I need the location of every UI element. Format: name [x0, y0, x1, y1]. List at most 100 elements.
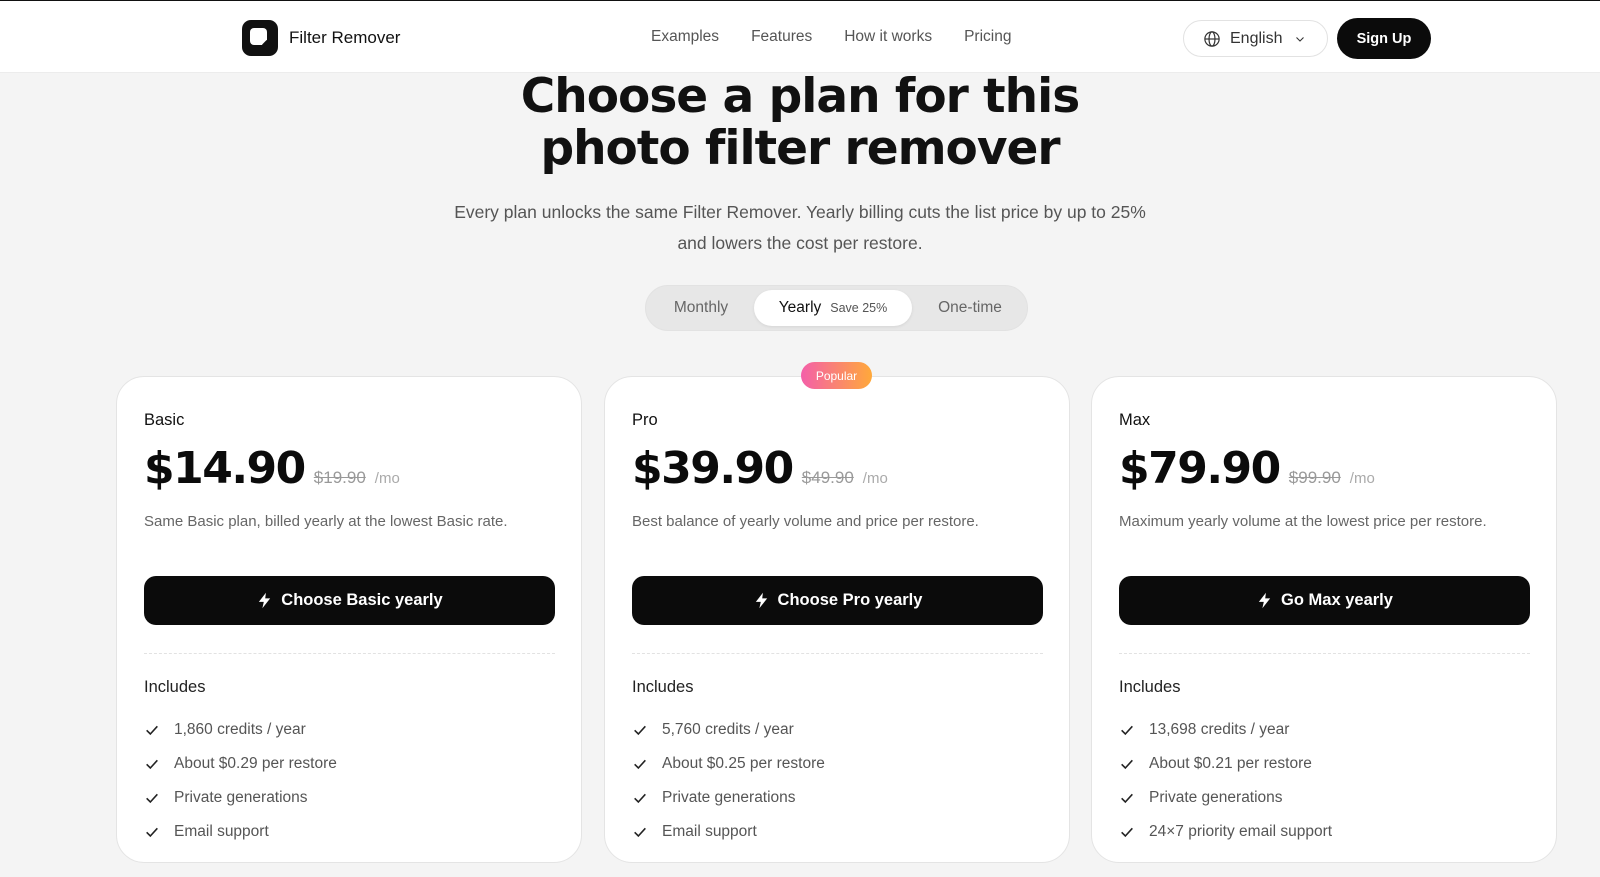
cta-label: Go Max yearly: [1281, 591, 1393, 609]
feature-text: Email support: [174, 823, 269, 840]
language-selector[interactable]: English: [1183, 20, 1328, 57]
check-icon: [634, 759, 646, 770]
plan-price: $14.90: [144, 443, 306, 494]
feature-text: Private generations: [1149, 789, 1283, 806]
toggle-yearly-label: Yearly: [778, 299, 822, 316]
plan-period: /mo: [862, 470, 888, 487]
check-icon: [146, 793, 158, 804]
save-tag: Save 25%: [830, 301, 888, 315]
plan-old-price: $19.90: [313, 468, 366, 487]
signup-button[interactable]: Sign Up: [1337, 18, 1431, 59]
list-item: About $0.21 per restore: [1119, 747, 1332, 781]
check-icon: [1121, 759, 1133, 770]
price-row: $14.90 $19.90 /mo: [144, 443, 400, 494]
globe-icon: [1204, 30, 1220, 47]
list-item: 13,698 credits / year: [1119, 713, 1332, 747]
check-icon: [146, 827, 158, 838]
feature-list: 5,760 credits / year About $0.25 per res…: [632, 713, 825, 849]
list-item: 5,760 credits / year: [632, 713, 825, 747]
feature-text: 1,860 credits / year: [174, 721, 306, 738]
brand-logo[interactable]: Filter Remover: [242, 20, 400, 56]
choose-basic-button[interactable]: Choose Basic yearly: [144, 576, 555, 625]
check-icon: [634, 793, 646, 804]
plan-card-pro: Pro $39.90 $49.90 /mo Best balance of ye…: [604, 376, 1070, 863]
plan-description: Best balance of yearly volume and price …: [632, 513, 979, 530]
site-header: Filter Remover Examples Features How it …: [0, 1, 1600, 73]
list-item: Private generations: [632, 781, 825, 815]
cta-label: Choose Pro yearly: [777, 591, 923, 609]
page-subtitle: Every plan unlocks the same Filter Remov…: [454, 202, 1146, 253]
check-icon: [634, 827, 646, 838]
plan-name: Basic: [144, 411, 185, 429]
check-icon: [1121, 827, 1133, 838]
list-item: Private generations: [144, 781, 337, 815]
check-icon: [146, 725, 158, 736]
cta-label: Choose Basic yearly: [281, 591, 443, 609]
toggle-monthly[interactable]: Monthly: [654, 290, 748, 326]
brand-name: Filter Remover: [289, 28, 401, 47]
list-item: About $0.29 per restore: [144, 747, 337, 781]
chevron-down-icon: [1296, 36, 1305, 42]
toggle-yearly[interactable]: Yearly Save 25%: [754, 290, 912, 326]
choose-pro-button[interactable]: Choose Pro yearly: [632, 576, 1043, 625]
feature-text: About $0.29 per restore: [174, 755, 337, 772]
price-row: $79.90 $99.90 /mo: [1119, 443, 1375, 494]
feature-list: 1,860 credits / year About $0.29 per res…: [144, 713, 337, 849]
page-title: Choose a plan for this photo filter remo…: [0, 71, 1600, 175]
feature-text: Private generations: [662, 789, 796, 806]
nav-features[interactable]: Features: [751, 28, 812, 46]
list-item: About $0.25 per restore: [632, 747, 825, 781]
divider: [144, 653, 555, 654]
logo-icon: [242, 20, 278, 56]
feature-text: 13,698 credits / year: [1149, 721, 1290, 738]
page-title-line2: photo filter remover: [540, 121, 1060, 176]
popular-badge: Popular: [801, 362, 872, 389]
plan-name: Max: [1119, 411, 1151, 429]
list-item: Email support: [632, 815, 825, 849]
nav-examples[interactable]: Examples: [651, 28, 719, 46]
list-item: Private generations: [1119, 781, 1332, 815]
main-nav: Examples Features How it works Pricing: [651, 28, 1011, 46]
plan-card-max: Max $79.90 $99.90 /mo Maximum yearly vol…: [1091, 376, 1557, 863]
plan-price: $39.90: [632, 443, 794, 494]
includes-heading: Includes: [1119, 678, 1181, 696]
divider: [632, 653, 1043, 654]
price-row: $39.90 $49.90 /mo: [632, 443, 888, 494]
nav-pricing[interactable]: Pricing: [964, 28, 1011, 46]
plan-price: $79.90: [1119, 443, 1281, 494]
lightning-icon: [259, 592, 271, 609]
feature-text: 5,760 credits / year: [662, 721, 794, 738]
list-item: 1,860 credits / year: [144, 713, 337, 747]
lightning-icon: [755, 592, 767, 609]
toggle-one-time[interactable]: One-time: [918, 290, 1022, 326]
plan-name: Pro: [632, 411, 658, 429]
includes-heading: Includes: [144, 678, 206, 696]
plan-card-basic: Basic $14.90 $19.90 /mo Same Basic plan,…: [116, 376, 582, 863]
feature-list: 13,698 credits / year About $0.21 per re…: [1119, 713, 1332, 849]
feature-text: 24×7 priority email support: [1149, 823, 1333, 840]
feature-text: Private generations: [174, 789, 308, 806]
list-item: 24×7 priority email support: [1119, 815, 1332, 849]
check-icon: [634, 725, 646, 736]
billing-toggle: Monthly Yearly Save 25% One-time: [645, 285, 1028, 331]
page-title-line1: Choose a plan for this: [520, 69, 1080, 124]
divider: [1119, 653, 1530, 654]
check-icon: [1121, 793, 1133, 804]
check-icon: [1121, 725, 1133, 736]
check-icon: [146, 759, 158, 770]
plan-old-price: $99.90: [1288, 468, 1341, 487]
includes-heading: Includes: [632, 678, 694, 696]
list-item: Email support: [144, 815, 337, 849]
choose-max-button[interactable]: Go Max yearly: [1119, 576, 1530, 625]
feature-text: About $0.21 per restore: [1149, 755, 1312, 772]
nav-how-it-works[interactable]: How it works: [844, 28, 932, 46]
language-label: English: [1230, 29, 1283, 47]
lightning-icon: [1258, 592, 1271, 609]
plan-period: /mo: [1349, 470, 1375, 487]
feature-text: Email support: [662, 823, 757, 840]
feature-text: About $0.25 per restore: [662, 755, 825, 772]
plan-period: /mo: [374, 470, 400, 487]
plan-description: Same Basic plan, billed yearly at the lo…: [144, 513, 508, 530]
plan-description: Maximum yearly volume at the lowest pric…: [1119, 513, 1487, 530]
plan-old-price: $49.90: [801, 468, 854, 487]
